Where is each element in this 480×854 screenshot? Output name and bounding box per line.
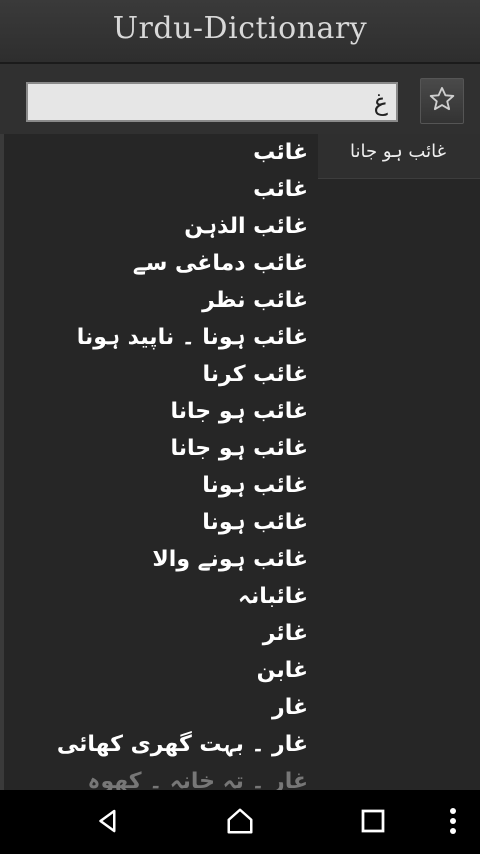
results-list[interactable]: غائب غائب غائب الذہن غائب دماغی سے غائب نظر غ… xyxy=(0,134,318,790)
recents-icon xyxy=(358,806,388,840)
favorite-button[interactable] xyxy=(420,78,464,124)
result-item[interactable]: غائر xyxy=(0,615,318,652)
back-button[interactable] xyxy=(91,806,125,840)
search-input[interactable] xyxy=(26,82,398,122)
result-item[interactable]: غائب الذہن xyxy=(0,208,318,245)
navigation-bar xyxy=(0,790,480,854)
selected-word-panel[interactable]: غائب ہو جانا xyxy=(318,134,480,179)
result-item[interactable]: غائب دماغی سے xyxy=(0,245,318,282)
result-item[interactable]: غائب ہونا xyxy=(0,504,318,541)
result-item[interactable]: غائب xyxy=(0,171,318,208)
result-item[interactable]: غائب ہونا xyxy=(0,467,318,504)
result-item[interactable]: غابن xyxy=(0,652,318,689)
back-icon xyxy=(93,806,123,840)
title-bar: Urdu-Dictionary xyxy=(0,0,480,64)
result-item[interactable]: غائب ہو جانا xyxy=(0,430,318,467)
result-item[interactable]: غائب ہونے والا xyxy=(0,541,318,578)
result-item[interactable]: غائب xyxy=(0,134,318,171)
selected-word: غائب ہو جانا xyxy=(350,141,446,162)
home-button[interactable] xyxy=(223,806,257,840)
search-bar xyxy=(0,64,480,134)
result-item[interactable]: غار ۔ تہ خانہ ۔ کھوہ xyxy=(0,763,318,790)
result-item[interactable]: غار xyxy=(0,689,318,726)
home-icon xyxy=(225,806,255,840)
result-item[interactable]: غائب نظر xyxy=(0,282,318,319)
app-title: Urdu-Dictionary xyxy=(112,10,368,46)
overflow-menu-button[interactable] xyxy=(436,806,470,840)
overflow-menu-icon xyxy=(438,806,468,840)
result-item[interactable]: غائب کرنا xyxy=(0,356,318,393)
content-area: غائب غائب غائب الذہن غائب دماغی سے غائب نظر غ… xyxy=(0,134,480,790)
result-item[interactable]: غائب ہو جانا xyxy=(0,393,318,430)
star-outline-icon xyxy=(428,85,456,117)
result-item[interactable]: غائبانہ xyxy=(0,578,318,615)
result-item[interactable]: غار ۔ بہت گھری کھائی xyxy=(0,726,318,763)
result-item[interactable]: غائب ہونا ۔ ناپید ہونا xyxy=(0,319,318,356)
recents-button[interactable] xyxy=(356,806,390,840)
